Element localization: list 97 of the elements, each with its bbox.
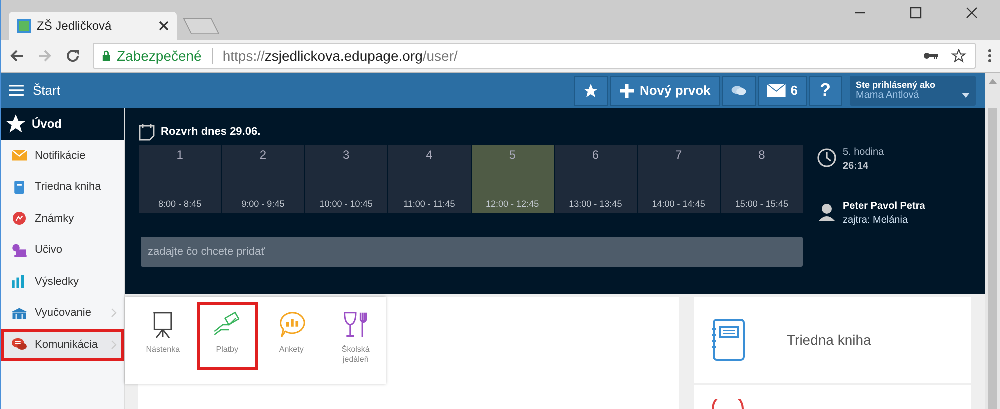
submenu-item[interactable]: Platby [197,302,258,370]
period-time: 9:00 - 9:45 [242,199,285,209]
security-label: Zabezpečené [117,48,202,64]
glass-fork-icon [342,311,370,339]
star-icon [6,114,26,134]
user-name: Mama Antlová [856,90,920,101]
timetable-title: Rozvrh dnes 29.06. [161,126,261,138]
messages-button[interactable]: 6 [758,76,807,106]
submenu-item[interactable]: Ankety [262,302,322,370]
add-item-field[interactable]: zadajte čo chcete pridať [141,237,803,267]
address-field[interactable]: Zabezpečené https://zsjedlickova.edupage.org/user/ [93,43,976,69]
period-number: 5 [509,148,516,162]
envelope-icon [12,149,27,162]
bar-chart-icon [12,275,27,288]
building-icon [12,306,27,320]
chart-icon [12,212,27,226]
menu-label: Známky [35,212,74,225]
period-time: 8:00 - 8:45 [158,199,202,209]
sidebar-item[interactable]: Vyučovanie [1,298,124,329]
period-cell[interactable]: 2 9:00 - 9:45 [222,145,304,213]
chat-icon [12,338,27,352]
period-time: 11:00 - 11:45 [404,199,456,209]
submenu-label: Nástenka [146,345,180,355]
reload-icon[interactable] [65,48,81,64]
plus-icon [618,82,635,98]
user-menu[interactable]: Ste prihlásený ako Mama Antlová [850,76,976,106]
lock-icon [102,50,111,62]
period-number: 8 [758,148,766,162]
period-cell[interactable]: 3 10:00 - 10:45 [305,145,388,213]
menu-label: Učivo [35,244,63,256]
current-period: 5. hodina [843,146,884,160]
book-icon [12,180,27,194]
star-icon [582,82,599,98]
scrollbar[interactable] [985,108,1000,409]
countdown-time: 26:14 [843,160,870,174]
favorites-button[interactable] [574,76,608,106]
menu-icon[interactable] [988,48,992,64]
tab-title: ZŠ Jedličková [37,19,113,33]
star-icon[interactable] [951,49,967,63]
submenu-item[interactable]: Nástenka [133,302,194,370]
speech-chart-icon [278,311,306,339]
help-button[interactable]: ? [809,76,842,106]
menu-label: Komunikácia [35,338,98,351]
back-icon[interactable] [9,48,25,64]
period-cell[interactable]: 7 14:00 - 14:45 [638,145,720,213]
sidebar-item[interactable]: Komunikácia [1,329,124,360]
period-cell[interactable]: 1 8:00 - 8:45 [139,145,222,213]
sidebar-item[interactable]: Výsledky [1,266,124,298]
caret-icon [962,92,970,98]
period-number: 2 [260,148,267,162]
period-cell[interactable]: 6 13:00 - 13:45 [554,145,637,213]
period-time: 13:00 - 13:45 [569,199,622,209]
user-caption: Ste prihlásený ako [856,80,936,90]
calendar-icon [139,122,155,140]
period-cell[interactable]: 8 15:00 - 15:45 [720,145,803,213]
envelope-icon [766,84,786,97]
menu-label: Triedna kniha [35,181,102,194]
period-time: 12:00 - 12:45 [486,199,540,209]
menu-label: Notifikácie [35,150,86,162]
period-time: 14:00 - 14:45 [652,199,706,209]
maximize-icon[interactable] [910,7,922,19]
submenu-label: Platby [216,345,238,355]
period-time: 10:00 - 10:45 [320,199,373,209]
chat-button[interactable] [722,76,756,106]
submenu-label: Školská jedáleň [340,345,371,365]
tomorrow-name: zajtra: Melánia [843,214,910,228]
sidebar-item[interactable]: Učivo [1,234,124,266]
menu-label: Výsledky [35,276,80,288]
period-cell[interactable]: 4 11:00 - 11:45 [388,145,470,213]
submenu-label: Ankety [279,345,304,355]
close-icon[interactable] [159,21,169,31]
sidebar-item[interactable]: Známky [1,203,124,234]
person-icon [817,202,837,222]
menu-icon[interactable] [9,84,24,97]
period-number: 3 [342,148,350,162]
period-number: 7 [675,148,682,162]
notebook-icon [711,319,745,361]
browser-tab[interactable]: ZŠ Jedličková [9,12,177,40]
home-menu-item[interactable]: Úvod [1,108,124,140]
new-item-button[interactable]: Nový prvok [610,76,720,106]
period-cell[interactable]: 5 12:00 - 12:45 [472,145,554,213]
sidebar-item[interactable]: Triedna kniha [1,172,124,203]
period-number: 4 [426,148,433,162]
arrow-up-icon [988,79,996,84]
period-time: 15:00 - 15:45 [735,199,788,209]
card-label: Triedna kniha [787,332,872,348]
close-icon[interactable] [966,7,978,19]
sidebar-item[interactable]: Notifikácie [1,140,124,172]
shortcut-card[interactable]: Triedna kniha [694,297,971,383]
menu-label: Vyučovanie [35,307,92,320]
period-number: 6 [592,148,600,162]
teacher-name: Peter Pavol Petra [843,200,926,214]
submenu-item[interactable]: Školská jedáleň [326,302,386,370]
period-number: 1 [176,148,184,162]
site-icon [17,19,31,33]
url-text: https://zsjedlickova.edupage.org/user/ [222,48,458,64]
start-link[interactable]: Štart [33,83,60,98]
